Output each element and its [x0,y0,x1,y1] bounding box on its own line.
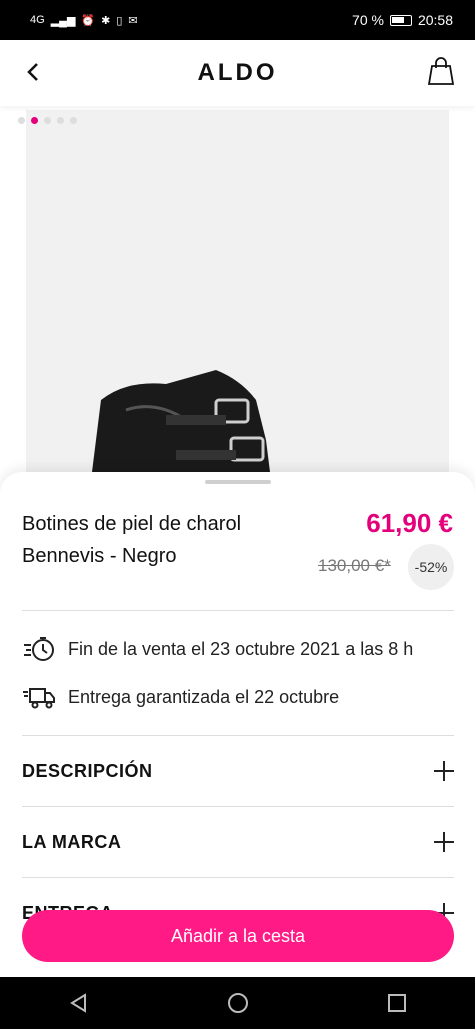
back-arrow-icon[interactable] [22,60,46,84]
accordion-label: DESCRIPCIÓN [22,760,153,781]
carousel-dots [18,117,77,124]
battery-percent: 70 % [352,12,384,28]
alarm-icon: ⏰ [81,14,96,27]
product-old-price: 130,00 €* [318,556,391,575]
status-bar: 4G ▂▄▆ ⏰ ✱ ▯ ✉ 70 % 20:58 [0,0,475,40]
nav-back-icon[interactable] [68,992,90,1014]
brand-logo[interactable]: ALDO [198,59,278,87]
clock: 20:58 [417,12,453,28]
add-to-cart-button[interactable]: Añadir a la cesta [22,910,454,962]
nav-home-icon[interactable] [226,991,250,1015]
discount-badge: -52% [408,544,454,590]
accordion-description[interactable]: DESCRIPCIÓN [22,736,454,806]
boot-image [91,370,271,480]
carousel-dot[interactable] [70,117,77,124]
accordion-brand[interactable]: LA MARCA [22,807,454,877]
battery-icon [389,14,412,26]
product-title: Botines de piel de charol Bennevis - Neg… [22,513,242,567]
shopping-bag-icon[interactable] [427,56,455,86]
divider [22,610,454,611]
plus-icon[interactable] [434,832,454,852]
app-header: ALDO [0,40,475,106]
delivery-truck-icon [23,688,55,709]
carousel-dot[interactable] [57,117,64,124]
system-nav-bar [0,977,475,1029]
sheet-drag-handle[interactable] [205,480,271,484]
timer-icon [24,637,54,661]
status-icons-left: 4G ▂▄▆ ⏰ ✱ ▯ ✉ [30,14,138,27]
delivery-row: Entrega garantizada el 22 octubre [22,683,339,711]
accordion-label: LA MARCA [22,831,122,852]
bluetooth-icon: ✱ [101,14,111,27]
network-label: 4G [30,14,45,26]
carousel-dot[interactable] [18,117,25,124]
sale-end-text: Fin de la venta el 23 octubre 2021 a las… [68,638,414,659]
product-image[interactable] [26,110,449,480]
delivery-text: Entrega garantizada el 22 octubre [68,686,340,707]
vibrate-icon: ▯ [116,14,123,27]
nav-recents-icon[interactable] [387,993,407,1013]
product-price: 61,90 € [366,508,453,538]
status-icons-right: 70 % 20:58 [352,12,453,28]
carousel-dot-active[interactable] [31,117,38,124]
carousel-dot[interactable] [44,117,51,124]
product-sheet: Botines de piel de charol Bennevis - Neg… [0,472,475,977]
plus-icon[interactable] [434,761,454,781]
signal-icon: ▂▄▆ [50,14,76,27]
sale-end-row: Fin de la venta el 23 octubre 2021 a las… [22,635,413,663]
mail-icon: ✉ [128,14,138,27]
